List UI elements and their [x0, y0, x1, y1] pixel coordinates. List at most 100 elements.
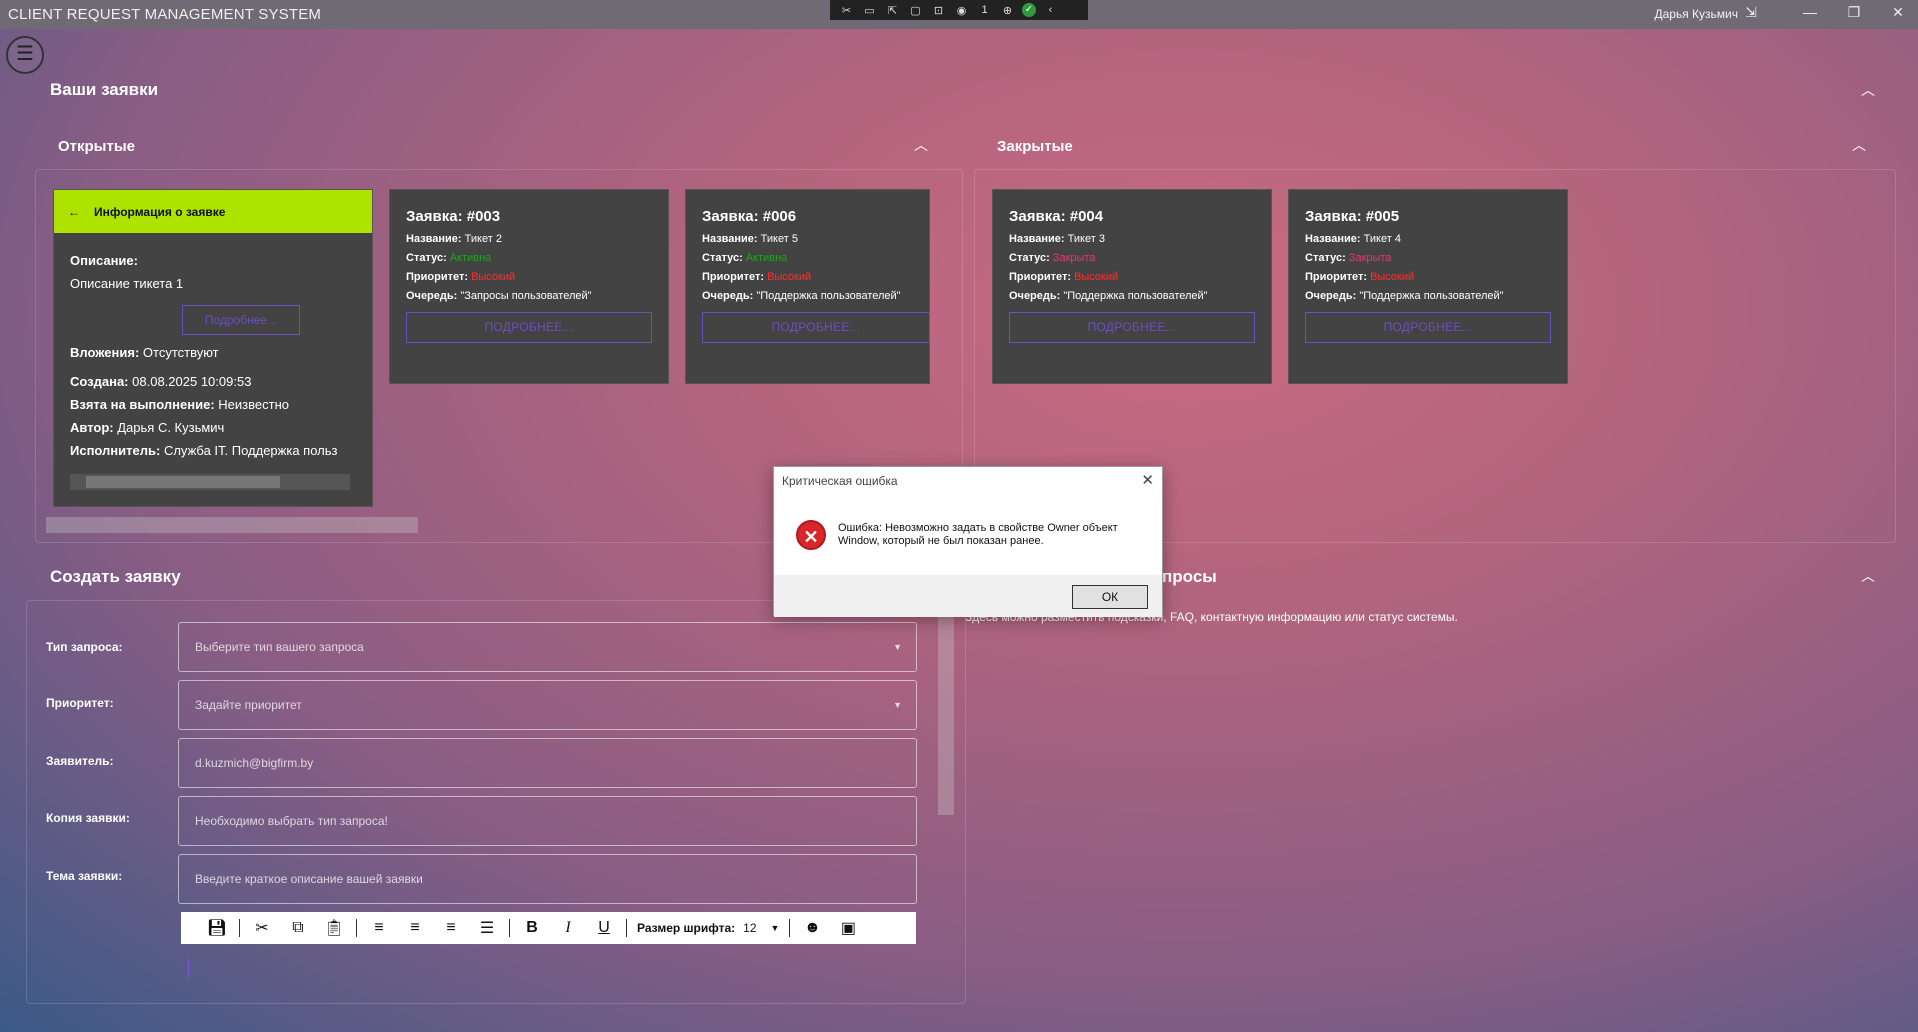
executor-label: Исполнитель:	[70, 443, 161, 458]
priority-select[interactable]: Задайте приоритет ▼	[178, 680, 917, 730]
video-icon[interactable]: ▭	[861, 4, 878, 17]
priority-value: Высокий	[471, 271, 516, 283]
image-icon[interactable]: ▣	[830, 918, 866, 938]
chevron-up-icon[interactable]: ︿	[1861, 566, 1875, 586]
status-label: Статус:	[406, 252, 447, 264]
copy-icon[interactable]: ⧉	[280, 919, 316, 937]
subject-field[interactable]: Введите краткое описание вашей заявки	[178, 854, 917, 904]
ok-button[interactable]: ОК	[1072, 585, 1148, 609]
snip-icon[interactable]: ✂	[838, 4, 855, 17]
back-arrow-icon[interactable]: ←	[68, 205, 80, 219]
ticket-card[interactable]: Заявка: #006 Название: Тикет 5 Статус: А…	[685, 189, 930, 384]
queue-label: Очередь:	[702, 290, 754, 302]
align-justify-icon[interactable]: ☰	[469, 918, 505, 938]
save-icon[interactable]: 💾︎	[199, 918, 235, 938]
chevron-up-icon[interactable]: ︿	[1852, 135, 1866, 155]
ticket-info-header[interactable]: ← Информация о заявке	[54, 190, 372, 233]
ticket-title: Заявка: #004	[1009, 208, 1104, 225]
hamburger-menu-icon[interactable]: ☰	[6, 36, 44, 74]
details-button[interactable]: ПОДРОБНЕЕ...	[1305, 312, 1551, 343]
copy-value: Необходимо выбрать тип запроса!	[195, 814, 388, 828]
paste-icon[interactable]: 📋︎	[316, 918, 352, 938]
collapse-icon[interactable]: ‹	[1042, 4, 1059, 16]
applicant-field[interactable]: d.kuzmich@bigfirm.by	[178, 738, 917, 788]
queue-value: "Поддержка пользователей"	[1063, 290, 1208, 302]
queue-value: "Поддержка пользователей"	[756, 290, 901, 302]
chevron-up-icon[interactable]: ︿	[914, 135, 928, 155]
priority-value: Высокий	[1370, 271, 1415, 283]
minimize-icon[interactable]: —	[1798, 4, 1822, 20]
ticket-info-card: ← Информация о заявке Описание: Описание…	[53, 189, 373, 507]
ticket-card[interactable]: Заявка: #003 Название: Тикет 2 Статус: А…	[389, 189, 669, 384]
taken-value: Неизвестно	[218, 397, 289, 412]
italic-icon[interactable]: I	[550, 919, 586, 937]
dialog-message-line2: Window, который не был показан ранее.	[838, 535, 1044, 547]
queue-label: Очередь:	[1305, 290, 1357, 302]
priority-placeholder: Задайте приоритет	[195, 698, 302, 712]
record-icon[interactable]: ◉	[953, 4, 970, 17]
ticket-name: Тикет 4	[1363, 233, 1401, 245]
priority-label: Приоритет:	[406, 271, 468, 283]
error-dialog: Критическая ошибка ✕ ✕ Ошибка: Невозможн…	[773, 466, 1163, 617]
chevron-up-icon[interactable]: ︿	[1861, 80, 1875, 100]
cut-icon[interactable]: ✂	[244, 918, 280, 938]
check-icon[interactable]: ✓	[1022, 3, 1036, 17]
accessibility-icon[interactable]: ⊕	[999, 4, 1016, 17]
bold-icon[interactable]: B	[514, 919, 550, 937]
ticket-name: Тикет 3	[1067, 233, 1105, 245]
details-button[interactable]: ПОДРОБНЕЕ...	[702, 312, 930, 343]
status-label: Статус:	[1305, 252, 1346, 264]
dropdown-arrow-icon: ▼	[893, 642, 902, 652]
request-type-select[interactable]: Выберите тип вашего запроса ▼	[178, 622, 917, 672]
section-title-faq: просы	[1162, 567, 1217, 586]
name-label: Название:	[1305, 233, 1361, 245]
font-size-arrow-icon[interactable]: ▼	[771, 923, 780, 933]
close-icon[interactable]: ✕	[1886, 4, 1910, 21]
queue-value: "Поддержка пользователей"	[1359, 290, 1504, 302]
dropdown-arrow-icon: ▼	[893, 700, 902, 710]
region-capture-icon[interactable]: ⊡	[930, 4, 947, 17]
align-right-icon[interactable]: ≡	[433, 919, 469, 937]
copy-field[interactable]: Необходимо выбрать тип запроса!	[178, 796, 917, 846]
status-value: Закрыта	[1348, 252, 1392, 264]
window-capture-icon[interactable]: ▢	[907, 4, 924, 17]
created-label: Создана:	[70, 374, 129, 389]
status-value: Активна	[745, 252, 788, 264]
font-size-select[interactable]: 12	[743, 921, 756, 935]
ticket-name: Тикет 2	[464, 233, 502, 245]
underline-icon[interactable]: U	[586, 919, 622, 937]
ticket-title: Заявка: #006	[702, 208, 797, 225]
section-title-my-requests: Ваши заявки	[50, 80, 159, 99]
ticket-title: Заявка: #005	[1305, 208, 1400, 225]
status-value: Активна	[449, 252, 492, 264]
info-horizontal-scrollbar[interactable]	[70, 474, 350, 490]
priority-label: Приоритет:	[702, 271, 764, 283]
align-center-icon[interactable]: ≡	[397, 919, 433, 937]
form-vertical-scrollbar[interactable]	[938, 605, 954, 815]
type-label: Тип запроса:	[46, 640, 123, 654]
details-button[interactable]: ПОДРОБНЕЕ...	[1009, 312, 1255, 343]
ticket-card[interactable]: Заявка: #005 Название: Тикет 4 Статус: З…	[1288, 189, 1568, 384]
created-value: 08.08.2025 10:09:53	[132, 374, 252, 389]
author-value: Дарья С. Кузьмич	[117, 420, 225, 435]
ticket-info-title: Информация о заявке	[94, 204, 226, 219]
status-label: Статус:	[702, 252, 743, 264]
dialog-title: Критическая ошибка	[782, 474, 898, 488]
pointer-icon[interactable]: ⇱	[884, 4, 901, 17]
more-details-button[interactable]: Подробнее...	[182, 305, 300, 335]
priority-value: Высокий	[767, 271, 812, 283]
align-left-icon[interactable]: ≡	[361, 919, 397, 937]
open-horizontal-scrollbar[interactable]	[46, 517, 418, 533]
details-button[interactable]: ПОДРОБНЕЕ...	[406, 312, 652, 343]
request-type-placeholder: Выберите тип вашего запроса	[195, 640, 364, 654]
queue-value: "Запросы пользователей"	[460, 290, 592, 302]
logout-icon[interactable]: ⇲	[1739, 4, 1763, 21]
executor-value: Служба IT. Поддержка польз	[163, 443, 338, 458]
ticket-card[interactable]: Заявка: #004 Название: Тикет 3 Статус: З…	[992, 189, 1272, 384]
applicant-label: Заявитель:	[46, 754, 114, 768]
restore-icon[interactable]: ❐	[1842, 4, 1866, 21]
dialog-close-icon[interactable]: ✕	[1141, 467, 1154, 495]
emoji-icon[interactable]: ☻	[794, 919, 830, 937]
status-label: Статус:	[1009, 252, 1050, 264]
section-title-create: Создать заявку	[50, 567, 181, 586]
